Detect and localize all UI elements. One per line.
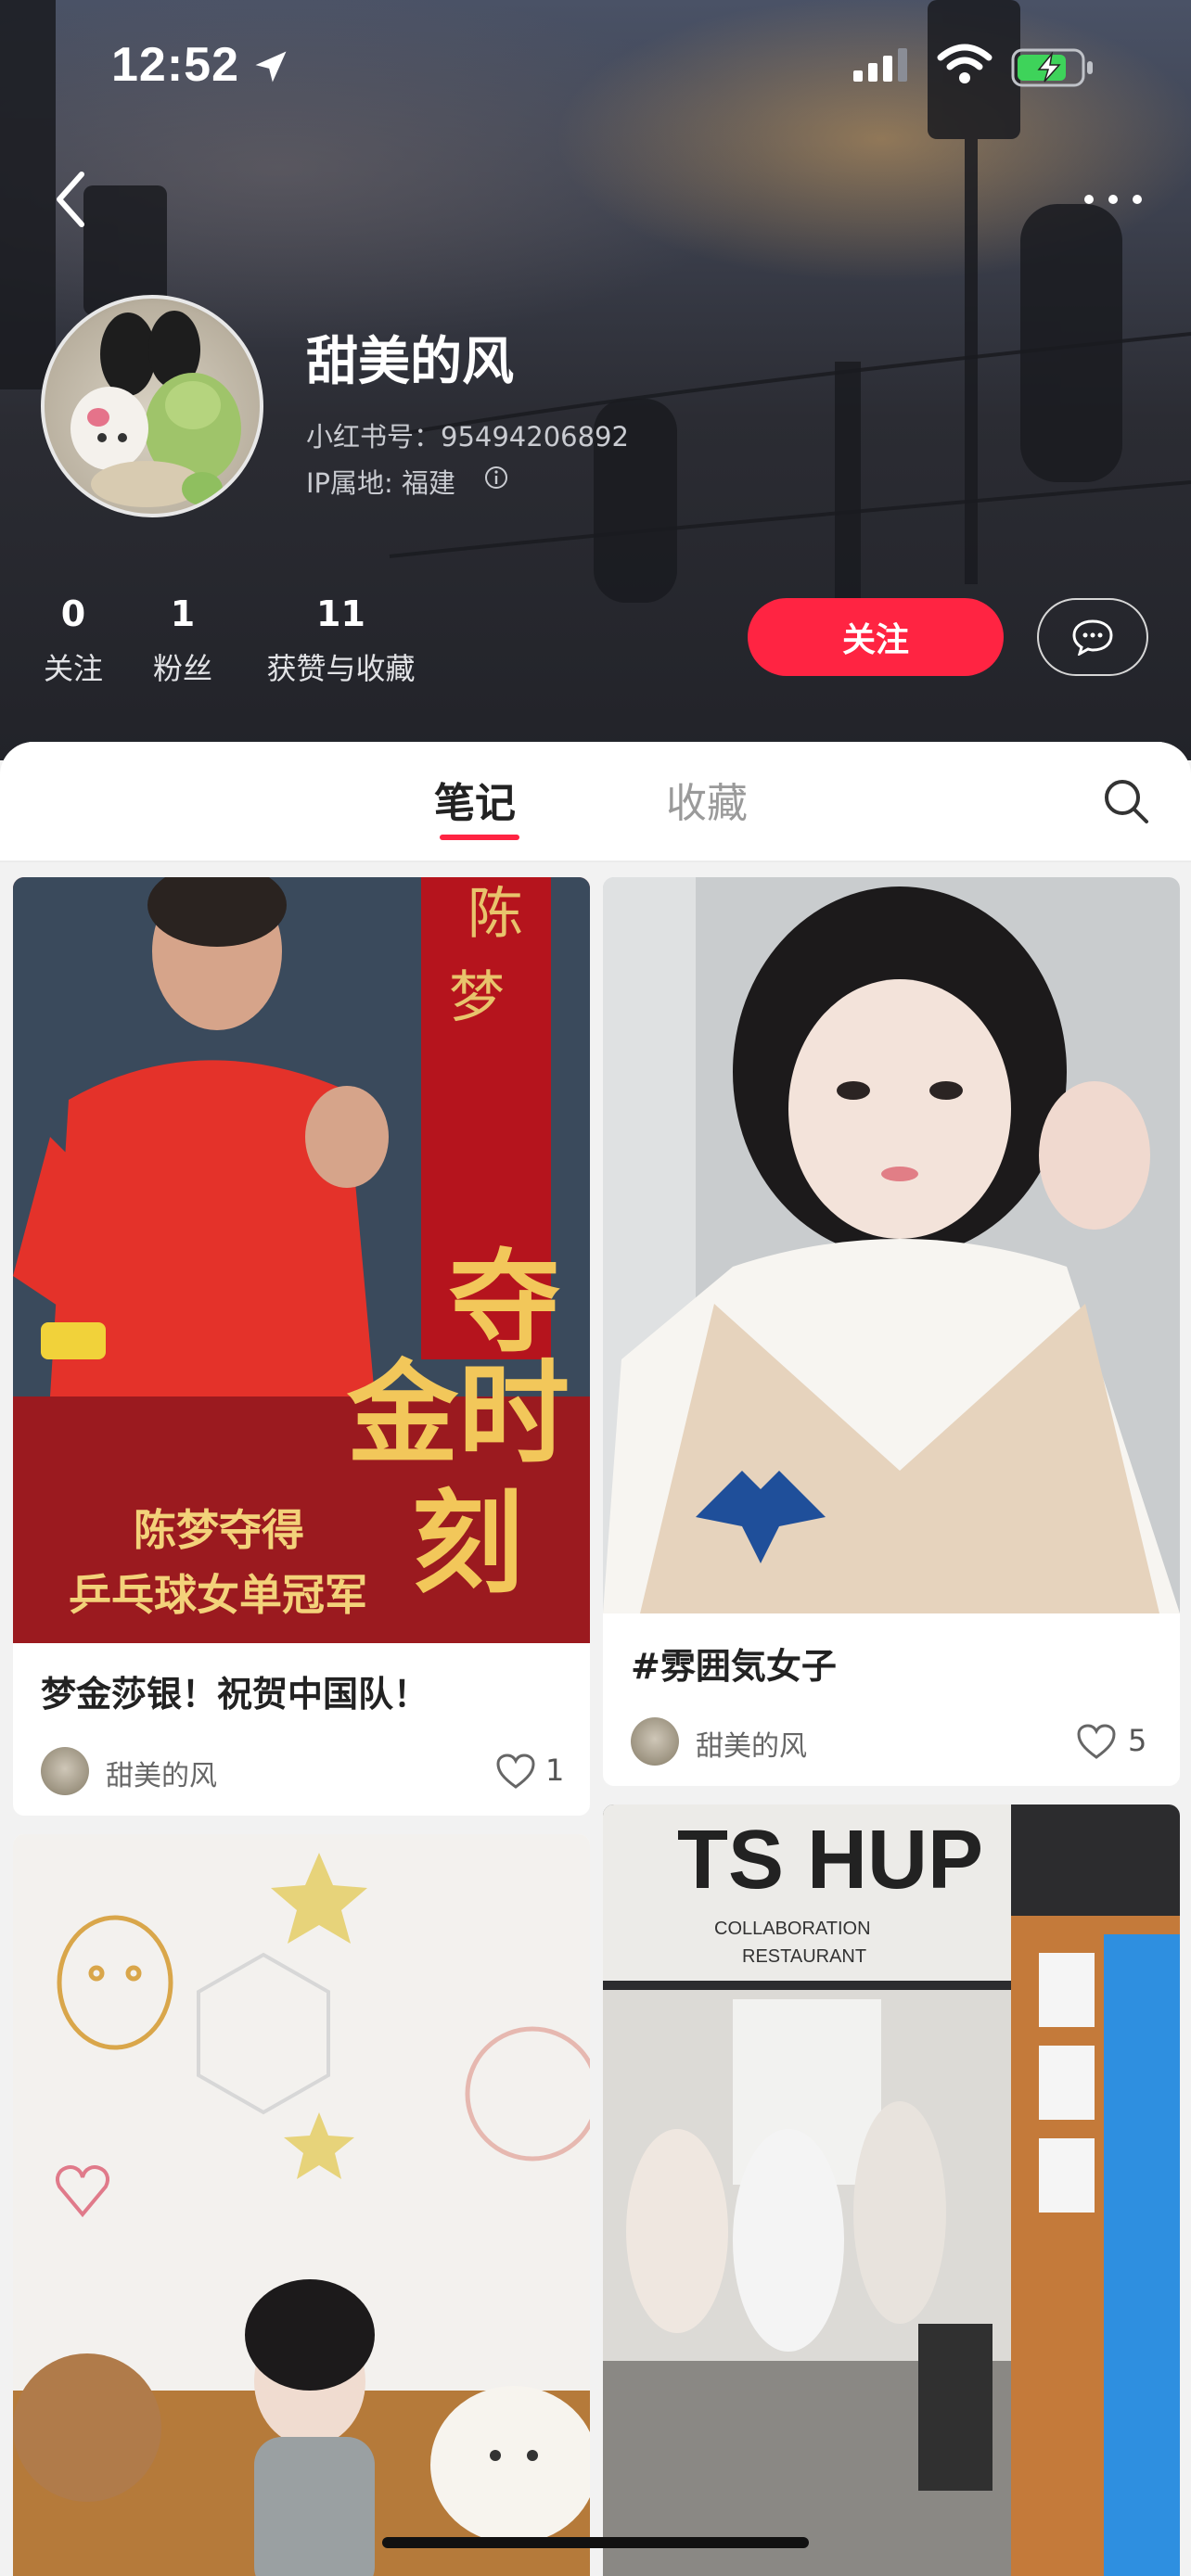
avatar-plush-toys-image: [70, 311, 241, 507]
search-icon[interactable]: [1100, 775, 1152, 827]
author-name: 甜美的风: [696, 1730, 807, 1763]
cover-headline-2: 金时: [346, 1348, 570, 1479]
signal-icon: [853, 48, 907, 82]
location-arrow-icon: [255, 51, 287, 83]
heart-icon[interactable]: [495, 1753, 536, 1790]
message-icon: [1072, 619, 1113, 656]
cover-text-vertical-2: 梦: [449, 965, 505, 1030]
tab-favorites[interactable]: 收藏: [666, 770, 748, 829]
profile-ip-location: IP属地: 福建: [306, 467, 456, 499]
follow-button[interactable]: 关注: [748, 598, 1004, 676]
cover-headline-3: 刻: [412, 1478, 523, 1609]
back-icon[interactable]: [46, 167, 102, 232]
notes-content: 笔记 收藏 陈 梦 夺 金时 刻 陈梦夺得 乒乓球女单冠军 梦金莎银！祝贺中国队…: [0, 742, 1191, 2576]
cover-sign-small-1: COLLABORATION: [714, 1919, 871, 1939]
tab-active-indicator: [440, 835, 519, 840]
note-card[interactable]: [13, 1834, 590, 2576]
profile-name: 甜美的风: [306, 332, 514, 392]
cover-line-1: 陈梦夺得: [134, 1505, 304, 1555]
author-name: 甜美的风: [106, 1760, 217, 1792]
stat-followers-label: 粉丝: [152, 651, 212, 686]
message-button[interactable]: [1037, 598, 1148, 676]
status-time: 12:52: [111, 38, 239, 92]
note-title: 梦金莎银！祝贺中国队！: [41, 1674, 429, 1715]
heart-icon[interactable]: [1076, 1723, 1117, 1760]
author-avatar: [41, 1747, 89, 1795]
profile-avatar[interactable]: [41, 295, 263, 517]
stat-followers-value: 1: [170, 593, 196, 634]
author-avatar: [631, 1717, 679, 1766]
note-cover-image: TS HUP COLLABORATION RESTAURANT: [603, 1804, 1180, 2576]
note-card[interactable]: TS HUP COLLABORATION RESTAURANT: [603, 1804, 1180, 2576]
stat-likes-value: 11: [316, 593, 365, 634]
battery-charging-icon: [1011, 48, 1093, 87]
stat-likes-label: 获赞与收藏: [266, 651, 416, 686]
note-card[interactable]: #雰囲気女子 甜美的风 5: [603, 877, 1180, 1786]
profile-id[interactable]: 小红书号：95494206892: [306, 415, 629, 454]
home-indicator[interactable]: [382, 2537, 809, 2548]
note-cover-image: 陈 梦 夺 金时 刻 陈梦夺得 乒乓球女单冠军: [13, 877, 590, 1643]
info-icon[interactable]: [482, 464, 510, 491]
like-count: 1: [545, 1753, 565, 1788]
stat-likes-collects[interactable]: 11 获赞与收藏: [260, 593, 422, 688]
stat-following-label: 关注: [43, 651, 103, 686]
note-card[interactable]: 陈 梦 夺 金时 刻 陈梦夺得 乒乓球女单冠军 梦金莎银！祝贺中国队！ 甜美的风…: [13, 877, 590, 1816]
cover-sign-small-2: RESTAURANT: [742, 1946, 866, 1967]
cover-text-vertical-1: 陈: [467, 882, 523, 947]
more-icon[interactable]: [1076, 185, 1150, 213]
stat-following[interactable]: 0 关注: [41, 593, 106, 688]
wifi-icon: [937, 44, 992, 83]
profile-header: 12:52 甜美的风 小红书号：95494206892 IP属地: 福建 0 关…: [0, 0, 1191, 760]
like-count: 5: [1128, 1723, 1147, 1758]
note-title: #雰囲気女子: [631, 1646, 837, 1687]
stat-following-value: 0: [60, 593, 86, 634]
cover-line-2: 乒乓球女单冠军: [69, 1570, 367, 1620]
tab-bar: 笔记 收藏: [0, 742, 1191, 862]
note-cover-image: [603, 877, 1180, 1613]
tab-notes[interactable]: 笔记: [434, 770, 516, 829]
cover-sign-big: TS HUP: [677, 1814, 983, 1906]
stat-followers[interactable]: 1 粉丝: [150, 593, 215, 688]
status-bar: 12:52: [0, 0, 1191, 139]
note-cover-image: [13, 1834, 590, 2576]
